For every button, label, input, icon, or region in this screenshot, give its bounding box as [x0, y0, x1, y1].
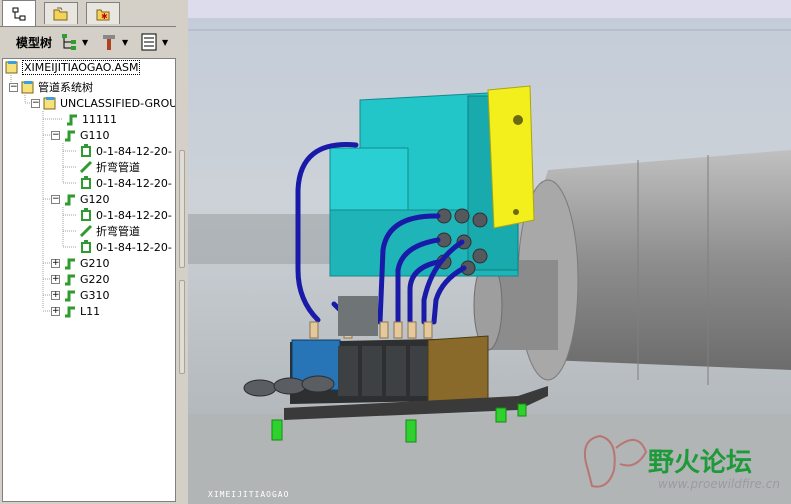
fitting-icon [81, 176, 91, 189]
expand-icon[interactable]: + [51, 258, 60, 268]
tree-item-pipeline[interactable]: + L11 [51, 303, 100, 319]
chevron-down-icon: ▼ [82, 37, 89, 47]
tree-item-pipeline[interactable]: 11111 [65, 111, 117, 127]
assembly-icon [5, 61, 18, 74]
fitting-icon [81, 208, 91, 221]
splitter-handle-upper[interactable] [179, 150, 185, 268]
model-tree-icon [12, 7, 26, 20]
tree-item-pipeline[interactable]: + G310 [51, 287, 110, 303]
panel-splitter[interactable] [176, 0, 188, 504]
tree-item-pipe-segment[interactable]: 折弯管道 [79, 223, 140, 239]
tree-item-pipeline[interactable]: + G210 [51, 255, 110, 271]
tree-item-label: 折弯管道 [96, 225, 140, 238]
watermark-url: www.proewildfire.cn [658, 477, 780, 491]
pipeline-icon [67, 114, 77, 126]
tree-item-fitting[interactable]: 0-1-84-12-20- [79, 239, 172, 255]
tools-icon [103, 35, 115, 50]
expand-icon[interactable]: + [51, 274, 60, 284]
navigator-tab-bar: ✱ [0, 0, 180, 27]
assembly-icon [21, 81, 34, 94]
graphics-viewport[interactable]: XIMEIJITIAOGAO 野火论坛 www.proewildfire.cn [188, 0, 791, 504]
tree-item-fitting[interactable]: 0-1-84-12-20- [79, 143, 172, 159]
chevron-down-icon: ▼ [122, 37, 129, 47]
assembly-icon [43, 97, 56, 110]
cad-model-render [188, 0, 791, 504]
pipe-segment-icon [79, 224, 93, 238]
tree-item-label: 11111 [82, 112, 117, 126]
folder-browser-icon [53, 7, 68, 20]
tree-item-pipe-segment[interactable]: 折弯管道 [79, 159, 140, 175]
favorites-icon: ✱ [96, 9, 110, 21]
viewport-top-strip [188, 0, 791, 18]
model-tree[interactable]: XIMEIJITIAOGAO.ASM − 管道系统树 − UNCLASSIFIE… [2, 58, 176, 502]
pipeline-icon [65, 130, 75, 142]
tree-item-label: 管道系统树 [38, 81, 93, 94]
yellow-bracket [487, 85, 535, 229]
svg-text:✱: ✱ [101, 12, 108, 21]
tree-item-label: G110 [80, 128, 110, 142]
pipeline-icon [65, 306, 75, 318]
collapse-icon[interactable]: − [51, 130, 60, 140]
tree-item-label: G310 [80, 288, 110, 302]
tree-item-label: G120 [80, 192, 110, 206]
collapse-icon[interactable]: − [51, 194, 60, 204]
pipeline-icon [65, 274, 75, 286]
tree-item-label: 0-1-84-12-20- [96, 240, 172, 254]
tab-folder-browser[interactable] [44, 2, 78, 24]
tree-item-label: G210 [80, 256, 110, 270]
tree-item-piping-system-tree[interactable]: − 管道系统树 [9, 79, 93, 95]
fitting-icon [81, 144, 91, 157]
tab-favorites[interactable]: ✱ [86, 2, 120, 24]
tree-item-pipeline[interactable]: + G220 [51, 271, 110, 287]
tree-item-pipeline[interactable]: − G110 [51, 127, 110, 143]
expand-icon[interactable]: + [51, 306, 60, 316]
collapse-icon[interactable]: − [31, 98, 40, 108]
tree-item-root-assembly[interactable]: XIMEIJITIAOGAO.ASM [5, 59, 141, 75]
tree-item-label: 折弯管道 [96, 161, 140, 174]
tools-button[interactable]: ▼ [100, 32, 134, 52]
tree-item-label: 0-1-84-12-20- [96, 176, 172, 190]
toolbar-label: 模型树 [16, 36, 53, 50]
tree-display-icon [62, 34, 76, 50]
tree-display-button[interactable]: ▼ [60, 32, 94, 52]
tab-model-tree[interactable] [2, 0, 36, 26]
model-tree-toolbar: 模型树 ▼ ▼ ▼ [0, 28, 180, 56]
splitter-handle-lower[interactable] [179, 280, 185, 374]
tree-item-label: UNCLASSIFIED-GROUI [60, 96, 176, 110]
tree-item-label: G220 [80, 272, 110, 286]
collapse-icon[interactable]: − [9, 82, 18, 92]
tree-item-pipeline[interactable]: − G120 [51, 191, 110, 207]
pipeline-icon [65, 194, 75, 206]
tree-item-label: L11 [80, 304, 101, 318]
tree-item-label: XIMEIJITIAOGAO.ASM [22, 59, 141, 75]
settings-list-icon [141, 33, 157, 51]
tree-item-unclassified-group[interactable]: − UNCLASSIFIED-GROUI [31, 95, 176, 111]
tree-item-fitting[interactable]: 0-1-84-12-20- [79, 207, 172, 223]
pipe-segment-icon [79, 160, 93, 174]
pipeline-icon [65, 290, 75, 302]
fitting-icon [81, 240, 91, 253]
viewport-model-name: XIMEIJITIAOGAO [208, 490, 290, 499]
tree-item-label: 0-1-84-12-20- [96, 208, 172, 222]
pipeline-icon [65, 258, 75, 270]
tree-item-fitting[interactable]: 0-1-84-12-20- [79, 175, 172, 191]
watermark-text: 野火论坛 [648, 448, 753, 478]
settings-list-button[interactable]: ▼ [140, 32, 174, 52]
chevron-down-icon: ▼ [162, 37, 169, 47]
expand-icon[interactable]: + [51, 290, 60, 300]
tree-item-label: 0-1-84-12-20- [96, 144, 172, 158]
